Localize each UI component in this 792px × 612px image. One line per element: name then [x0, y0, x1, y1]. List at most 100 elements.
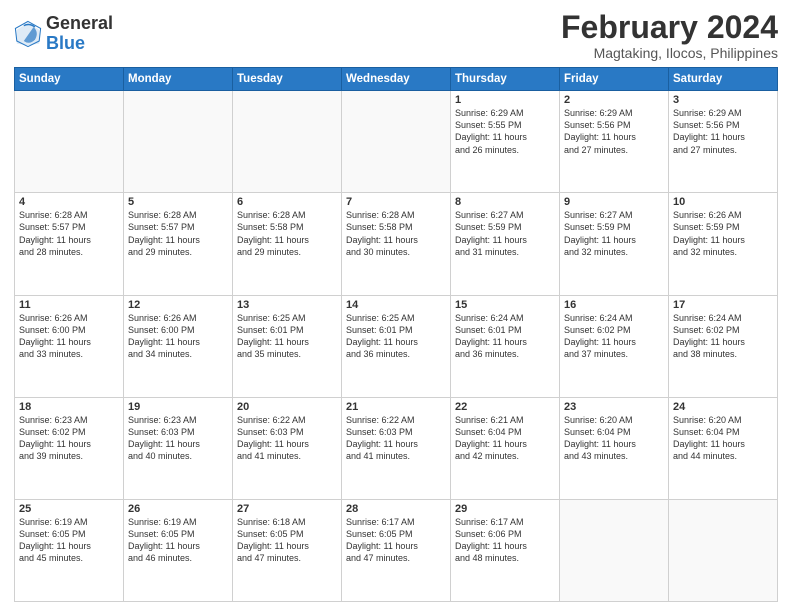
day-number: 4	[19, 196, 119, 208]
calendar-week-row: 18Sunrise: 6:23 AM Sunset: 6:02 PM Dayli…	[15, 397, 778, 499]
day-of-week-wednesday: Wednesday	[342, 68, 451, 91]
day-of-week-monday: Monday	[124, 68, 233, 91]
logo-general-text: General	[46, 14, 113, 34]
day-of-week-thursday: Thursday	[451, 68, 560, 91]
calendar-week-row: 1Sunrise: 6:29 AM Sunset: 5:55 PM Daylig…	[15, 91, 778, 193]
day-of-week-saturday: Saturday	[669, 68, 778, 91]
calendar-cell: 13Sunrise: 6:25 AM Sunset: 6:01 PM Dayli…	[233, 295, 342, 397]
subtitle: Magtaking, Ilocos, Philippines	[561, 45, 778, 61]
day-number: 22	[455, 401, 555, 413]
calendar-cell: 10Sunrise: 6:26 AM Sunset: 5:59 PM Dayli…	[669, 193, 778, 295]
day-info: Sunrise: 6:28 AM Sunset: 5:58 PM Dayligh…	[237, 209, 337, 258]
day-number: 21	[346, 401, 446, 413]
calendar-week-row: 25 Sunrise: 6:19 AM Sunset: 6:05 PM Dayli…	[15, 499, 778, 601]
day-number: 16	[564, 299, 664, 311]
calendar-cell: 3Sunrise: 6:29 AM Sunset: 5:56 PM Daylig…	[669, 91, 778, 193]
day-info: Sunrise: 6:27 AM Sunset: 5:59 PM Dayligh…	[564, 209, 664, 258]
day-info: Sunrise: 6:20 AM Sunset: 6:04 PM Dayligh…	[673, 414, 773, 463]
day-info: Sunrise: 6:28 AM Sunset: 5:57 PM Dayligh…	[19, 209, 119, 258]
calendar-cell: 29Sunrise: 6:17 AM Sunset: 6:06 PM Dayli…	[451, 499, 560, 601]
day-number: 26	[128, 503, 228, 515]
day-number: 2	[564, 94, 664, 106]
day-info: Sunrise: 6:22 AM Sunset: 6:03 PM Dayligh…	[346, 414, 446, 463]
day-number: 11	[19, 299, 119, 311]
calendar-week-row: 11Sunrise: 6:26 AM Sunset: 6:00 PM Dayli…	[15, 295, 778, 397]
calendar-table: SundayMondayTuesdayWednesdayThursdayFrid…	[14, 67, 778, 602]
day-number: 15	[455, 299, 555, 311]
calendar-cell: 6Sunrise: 6:28 AM Sunset: 5:58 PM Daylig…	[233, 193, 342, 295]
day-number: 13	[237, 299, 337, 311]
day-number: 19	[128, 401, 228, 413]
calendar-cell: 2Sunrise: 6:29 AM Sunset: 5:56 PM Daylig…	[560, 91, 669, 193]
calendar-cell	[560, 499, 669, 601]
day-of-week-friday: Friday	[560, 68, 669, 91]
calendar-cell: 22Sunrise: 6:21 AM Sunset: 6:04 PM Dayli…	[451, 397, 560, 499]
main-title: February 2024	[561, 10, 778, 45]
day-number: 28	[346, 503, 446, 515]
day-number: 27	[237, 503, 337, 515]
day-number: 18	[19, 401, 119, 413]
day-info: Sunrise: 6:29 AM Sunset: 5:56 PM Dayligh…	[564, 107, 664, 156]
day-info: Sunrise: 6:26 AM Sunset: 5:59 PM Dayligh…	[673, 209, 773, 258]
day-number: 6	[237, 196, 337, 208]
calendar-cell: 15Sunrise: 6:24 AM Sunset: 6:01 PM Dayli…	[451, 295, 560, 397]
calendar-cell: 18Sunrise: 6:23 AM Sunset: 6:02 PM Dayli…	[15, 397, 124, 499]
calendar-cell	[15, 91, 124, 193]
day-number: 17	[673, 299, 773, 311]
day-info: Sunrise: 6:24 AM Sunset: 6:02 PM Dayligh…	[673, 312, 773, 361]
day-info: Sunrise: 6:22 AM Sunset: 6:03 PM Dayligh…	[237, 414, 337, 463]
day-info: Sunrise: 6:17 AM Sunset: 6:06 PM Dayligh…	[455, 516, 555, 565]
day-number: 1	[455, 94, 555, 106]
calendar-cell	[669, 499, 778, 601]
calendar-cell: 7Sunrise: 6:28 AM Sunset: 5:58 PM Daylig…	[342, 193, 451, 295]
day-info: Sunrise: 6:26 AM Sunset: 6:00 PM Dayligh…	[128, 312, 228, 361]
day-number: 9	[564, 196, 664, 208]
calendar-cell: 23Sunrise: 6:20 AM Sunset: 6:04 PM Dayli…	[560, 397, 669, 499]
day-number: 23	[564, 401, 664, 413]
calendar-cell: 12Sunrise: 6:26 AM Sunset: 6:00 PM Dayli…	[124, 295, 233, 397]
day-number: 25	[19, 503, 119, 515]
day-info: Sunrise: 6:24 AM Sunset: 6:02 PM Dayligh…	[564, 312, 664, 361]
calendar-cell: 1Sunrise: 6:29 AM Sunset: 5:55 PM Daylig…	[451, 91, 560, 193]
calendar-cell: 5Sunrise: 6:28 AM Sunset: 5:57 PM Daylig…	[124, 193, 233, 295]
calendar-cell	[342, 91, 451, 193]
day-number: 12	[128, 299, 228, 311]
calendar-cell: 14Sunrise: 6:25 AM Sunset: 6:01 PM Dayli…	[342, 295, 451, 397]
day-info: Sunrise: 6:26 AM Sunset: 6:00 PM Dayligh…	[19, 312, 119, 361]
logo-icon	[14, 20, 42, 48]
title-block: February 2024 Magtaking, Ilocos, Philipp…	[561, 10, 778, 61]
day-info: Sunrise: 6:28 AM Sunset: 5:58 PM Dayligh…	[346, 209, 446, 258]
day-number: 5	[128, 196, 228, 208]
day-info: Sunrise: 6:29 AM Sunset: 5:55 PM Dayligh…	[455, 107, 555, 156]
calendar-cell	[233, 91, 342, 193]
calendar-cell: 24Sunrise: 6:20 AM Sunset: 6:04 PM Dayli…	[669, 397, 778, 499]
day-info: Sunrise: 6:23 AM Sunset: 6:03 PM Dayligh…	[128, 414, 228, 463]
day-of-week-sunday: Sunday	[15, 68, 124, 91]
calendar-cell: 17Sunrise: 6:24 AM Sunset: 6:02 PM Dayli…	[669, 295, 778, 397]
calendar-cell: 4Sunrise: 6:28 AM Sunset: 5:57 PM Daylig…	[15, 193, 124, 295]
day-number: 20	[237, 401, 337, 413]
calendar-cell: 16Sunrise: 6:24 AM Sunset: 6:02 PM Dayli…	[560, 295, 669, 397]
day-number: 14	[346, 299, 446, 311]
day-info: Sunrise: 6:19 AM Sunset: 6:05 PM Dayligh…	[128, 516, 228, 565]
calendar-cell: 25Sunrise: 6:19 AM Sunset: 6:05 PM Dayli…	[15, 499, 124, 601]
page-header: General Blue February 2024 Magtaking, Il…	[14, 10, 778, 61]
day-number: 24	[673, 401, 773, 413]
calendar-cell	[124, 91, 233, 193]
day-info: Sunrise: 6:20 AM Sunset: 6:04 PM Dayligh…	[564, 414, 664, 463]
day-info: Sunrise: 6:29 AM Sunset: 5:56 PM Dayligh…	[673, 107, 773, 156]
day-info: Sunrise: 6:28 AM Sunset: 5:57 PM Dayligh…	[128, 209, 228, 258]
day-info: Sunrise: 6:27 AM Sunset: 5:59 PM Dayligh…	[455, 209, 555, 258]
calendar-cell: 9Sunrise: 6:27 AM Sunset: 5:59 PM Daylig…	[560, 193, 669, 295]
day-info: Sunrise: 6:23 AM Sunset: 6:02 PM Dayligh…	[19, 414, 119, 463]
calendar-cell: 19Sunrise: 6:23 AM Sunset: 6:03 PM Dayli…	[124, 397, 233, 499]
calendar-cell: 11Sunrise: 6:26 AM Sunset: 6:00 PM Dayli…	[15, 295, 124, 397]
day-info: Sunrise: 6:25 AM Sunset: 6:01 PM Dayligh…	[237, 312, 337, 361]
day-of-week-tuesday: Tuesday	[233, 68, 342, 91]
logo: General Blue	[14, 14, 113, 54]
calendar-cell: 8Sunrise: 6:27 AM Sunset: 5:59 PM Daylig…	[451, 193, 560, 295]
calendar-cell: 27Sunrise: 6:18 AM Sunset: 6:05 PM Dayli…	[233, 499, 342, 601]
day-number: 10	[673, 196, 773, 208]
day-info: Sunrise: 6:17 AM Sunset: 6:05 PM Dayligh…	[346, 516, 446, 565]
day-number: 3	[673, 94, 773, 106]
